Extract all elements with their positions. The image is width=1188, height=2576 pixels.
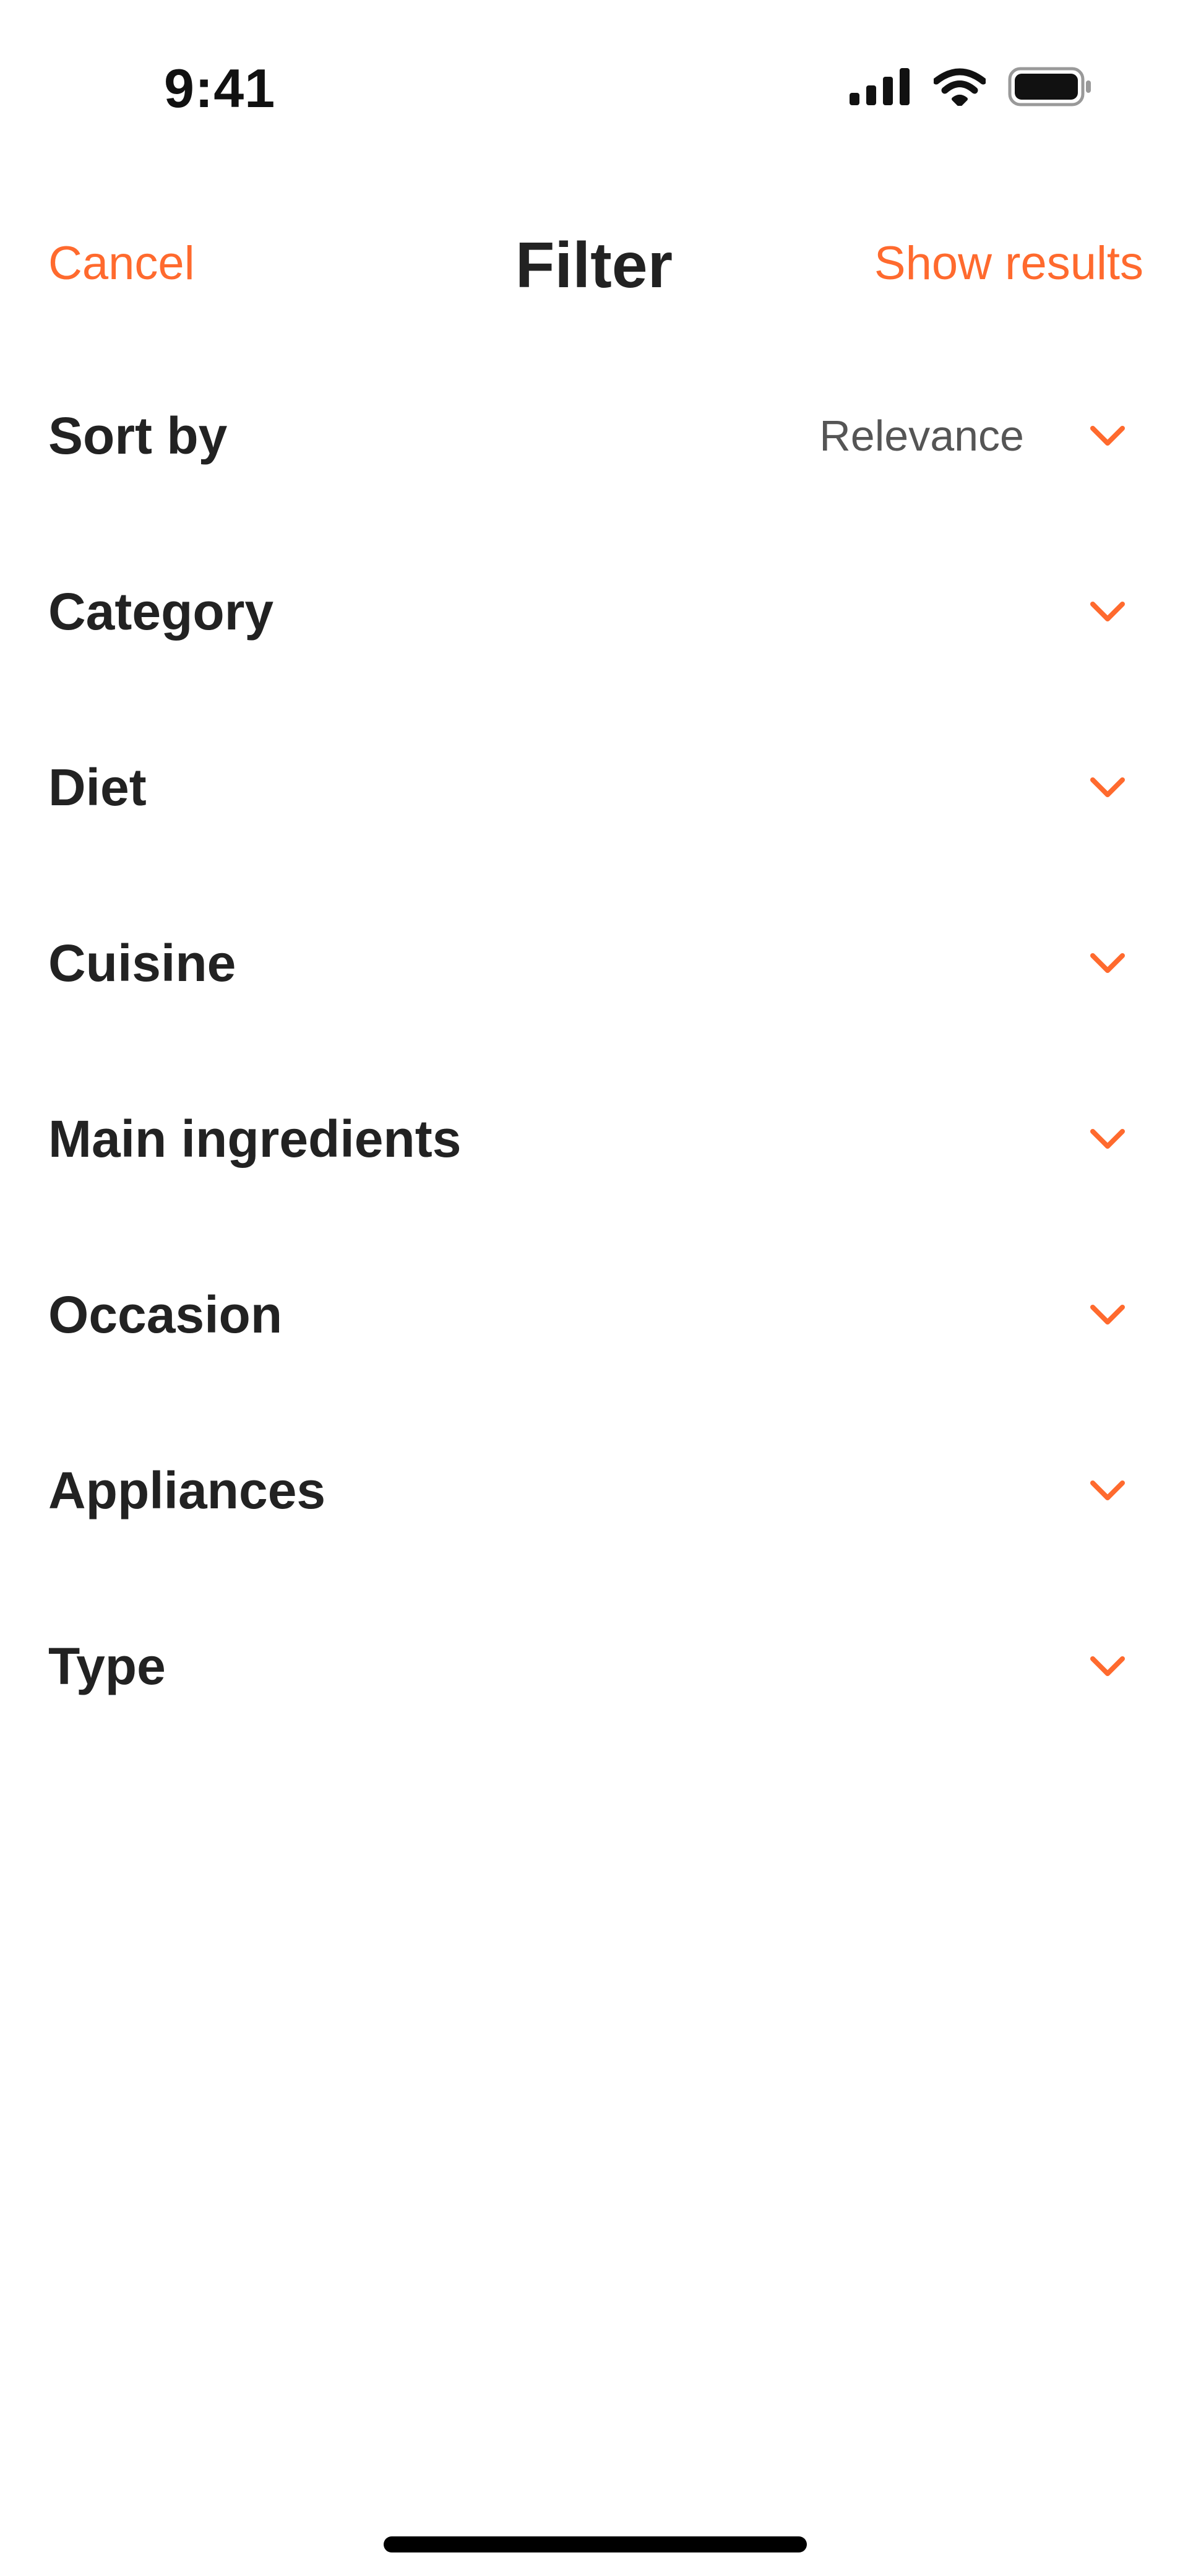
filter-row-cuisine[interactable]: Cuisine [0, 909, 1188, 1084]
chevron-down-icon [1090, 777, 1125, 797]
nav-header: Cancel Filter Show results [0, 229, 1188, 303]
chevron-down-icon [1090, 1480, 1125, 1500]
status-time: 9:41 [164, 58, 276, 119]
filter-label: Type [48, 1637, 166, 1695]
home-indicator[interactable] [384, 2536, 807, 2552]
chevron-down-icon [1090, 1129, 1125, 1149]
status-icons [850, 67, 1092, 106]
filter-row-category[interactable]: Category [0, 557, 1188, 733]
filter-label: Occasion [48, 1286, 283, 1344]
filter-row-diet[interactable]: Diet [0, 733, 1188, 909]
battery-icon [1008, 67, 1092, 106]
chevron-down-icon [1090, 1305, 1125, 1325]
filter-row-sort-by[interactable]: Sort by Relevance [0, 381, 1188, 557]
filter-label: Diet [48, 758, 147, 816]
chevron-down-icon [1090, 953, 1125, 973]
filter-label: Cuisine [48, 934, 236, 992]
filter-label: Category [48, 582, 274, 641]
filter-label: Sort by [48, 407, 228, 465]
filter-label: Main ingredients [48, 1110, 462, 1168]
filter-row-type[interactable]: Type [0, 1612, 1188, 1787]
filter-row-occasion[interactable]: Occasion [0, 1260, 1188, 1436]
filter-row-main-ingredients[interactable]: Main ingredients [0, 1084, 1188, 1260]
chevron-down-icon [1090, 426, 1125, 446]
chevron-down-icon [1090, 1656, 1125, 1676]
wifi-icon [934, 67, 986, 106]
chevron-down-icon [1090, 602, 1125, 621]
show-results-button[interactable]: Show results [874, 236, 1143, 290]
filter-row-appliances[interactable]: Appliances [0, 1436, 1188, 1612]
cellular-signal-icon [850, 68, 911, 105]
filter-value: Relevance [819, 412, 1024, 460]
filter-label: Appliances [48, 1461, 326, 1519]
status-bar: 9:41 [0, 0, 1188, 179]
filter-list: Sort by Relevance Category Diet Cuisine … [0, 381, 1188, 1787]
